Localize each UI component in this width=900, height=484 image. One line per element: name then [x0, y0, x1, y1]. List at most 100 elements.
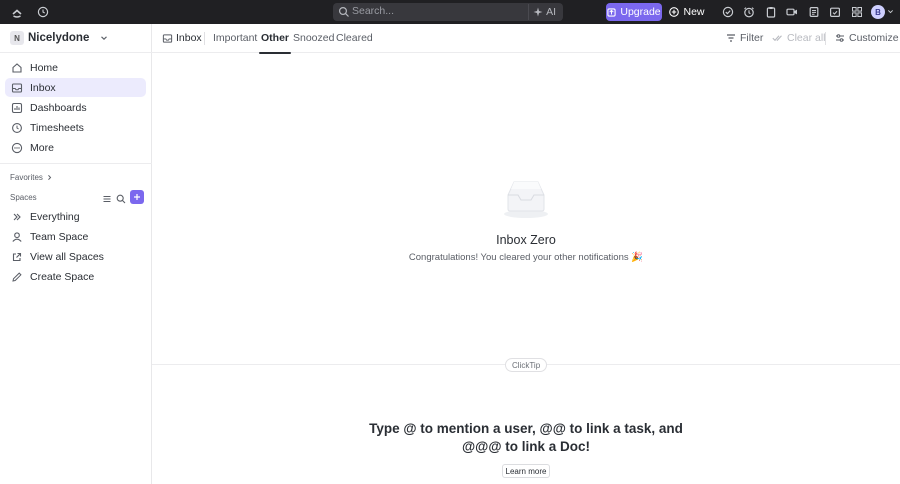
calendar-check-icon[interactable]: [828, 5, 842, 19]
empty-state-subtitle: Congratulations! You cleared your other …: [408, 252, 644, 263]
action-divider: [825, 32, 826, 45]
clicktip-line-2: @@@ to link a Doc!: [462, 439, 590, 454]
clicktip-text: Type @ to mention a user, @@ to link a t…: [369, 420, 683, 456]
timesheets-icon: [11, 122, 23, 134]
sidebar-item-label: View all Spaces: [30, 250, 104, 263]
dashboards-icon: [11, 102, 23, 114]
tab-divider: [204, 32, 205, 45]
chevron-right-icon: [48, 174, 52, 181]
upgrade-icon: [607, 7, 616, 17]
ai-label: AI: [546, 6, 556, 18]
ai-sparkle-icon: [533, 7, 543, 17]
workspace-switcher[interactable]: N Nicelydone Workspace: [10, 31, 108, 45]
tab-important[interactable]: Important: [213, 32, 257, 53]
sidebar-space-team[interactable]: Team Space: [5, 227, 146, 246]
sidebar-item-timesheets[interactable]: Timesheets: [5, 118, 146, 137]
active-tab-indicator: [259, 52, 292, 54]
edit-icon: [11, 271, 23, 283]
search-icon[interactable]: [116, 194, 126, 204]
top-bar: Search... AI Upgrade New B: [0, 0, 900, 24]
link-icon: [11, 251, 23, 263]
tab-label: Other: [261, 32, 290, 44]
sliders-icon: [836, 34, 844, 42]
spaces-label: Spaces: [10, 193, 37, 202]
sidebar-item-inbox[interactable]: Inbox: [5, 78, 146, 97]
avatar-letter: B: [875, 7, 881, 17]
favorites-header[interactable]: Favorites: [10, 173, 53, 182]
ai-button[interactable]: AI: [528, 4, 560, 20]
tab-other[interactable]: Other: [259, 32, 292, 54]
inbox-icon: [11, 82, 23, 94]
inbox-title: Inbox: [162, 32, 202, 44]
double-check-icon: [772, 35, 782, 42]
more-icon: [11, 142, 23, 154]
learn-more-label: Learn more: [505, 466, 547, 476]
video-icon[interactable]: [785, 5, 799, 19]
sidebar-item-label: Team Space: [30, 230, 89, 243]
clipboard-icon[interactable]: [764, 5, 778, 19]
favorites-label: Favorites: [10, 173, 43, 182]
tab-label: Snoozed: [293, 32, 335, 44]
filter-button[interactable]: Filter: [726, 32, 763, 44]
search-input[interactable]: Search...: [352, 5, 394, 17]
plus-circle-icon: [669, 7, 680, 17]
customize-button[interactable]: Customize: [835, 32, 899, 44]
sidebar-item-label: More: [30, 141, 54, 154]
plus-icon: [134, 194, 140, 200]
search-icon: [338, 6, 349, 17]
search-bar[interactable]: Search... AI: [333, 3, 563, 21]
filter-label: Filter: [740, 32, 764, 44]
notepad-icon[interactable]: [807, 5, 821, 19]
alarm-icon[interactable]: [742, 5, 756, 19]
sidebar-item-dashboards[interactable]: Dashboards: [5, 98, 146, 117]
clear-all-label: Clear all: [787, 32, 826, 44]
tab-label: Important: [213, 32, 258, 44]
upgrade-button[interactable]: Upgrade: [606, 3, 662, 21]
page-title: Inbox: [176, 32, 202, 44]
tab-cleared[interactable]: Cleared: [336, 32, 373, 53]
sidebar-item-label: Timesheets: [30, 121, 84, 134]
sidebar-item-label: Create Space: [30, 270, 95, 283]
sidebar-create-space[interactable]: Create Space: [5, 267, 146, 286]
workspace-name: Nicelydone Workspace: [28, 32, 92, 44]
everything-icon: [11, 211, 23, 223]
sidebar-item-label: Everything: [30, 210, 80, 223]
sidebar-view-all-spaces[interactable]: View all Spaces: [5, 247, 146, 266]
spaces-header: Spaces: [10, 193, 37, 202]
sidebar-item-label: Dashboards: [30, 101, 87, 114]
sidebar-item-label: Home: [30, 61, 59, 74]
chevron-down-icon[interactable]: [887, 8, 894, 15]
inbox-tabs-bar: Inbox Important Other Snoozed Cleared Fi…: [152, 24, 900, 54]
tab-label: Cleared: [336, 32, 373, 44]
sidebar-item-home[interactable]: Home: [5, 58, 146, 77]
sidebar-item-label: Inbox: [30, 81, 56, 94]
clicktip-badge: ClickTip: [505, 358, 548, 372]
app-logo-icon[interactable]: [10, 5, 24, 19]
add-space-button[interactable]: [130, 190, 144, 204]
customize-label: Customize: [849, 32, 899, 44]
empty-inbox-illustration: [504, 181, 548, 218]
avatar[interactable]: B: [871, 5, 885, 19]
main-content: Inbox Important Other Snoozed Cleared Fi…: [152, 24, 900, 484]
tab-snoozed[interactable]: Snoozed: [293, 32, 334, 53]
filter-icon: [727, 34, 735, 42]
workspace-badge: N: [10, 31, 24, 45]
learn-more-button[interactable]: Learn more: [502, 464, 550, 478]
apps-grid-icon[interactable]: [850, 5, 864, 19]
new-button[interactable]: New: [667, 3, 707, 21]
check-circle-icon[interactable]: [721, 5, 735, 19]
clock-icon[interactable]: [36, 5, 50, 19]
new-label: New: [683, 6, 705, 18]
clicktip-line-1: Type @ to mention a user, @@ to link a t…: [369, 421, 683, 436]
home-icon: [11, 62, 23, 74]
upgrade-label: Upgrade: [620, 6, 661, 18]
empty-state-title: Inbox Zero: [496, 233, 556, 247]
clear-all-button[interactable]: Clear all: [772, 32, 826, 44]
sidebar-space-everything[interactable]: Everything: [5, 207, 146, 226]
sidebar-item-more[interactable]: More: [5, 138, 146, 157]
chevron-down-icon: [101, 36, 107, 40]
sidebar: N Nicelydone Workspace Home Inbox Dashbo…: [0, 24, 152, 484]
more-dots-icon[interactable]: [102, 194, 112, 204]
inbox-icon: [162, 33, 173, 43]
sidebar-divider: [0, 52, 152, 53]
